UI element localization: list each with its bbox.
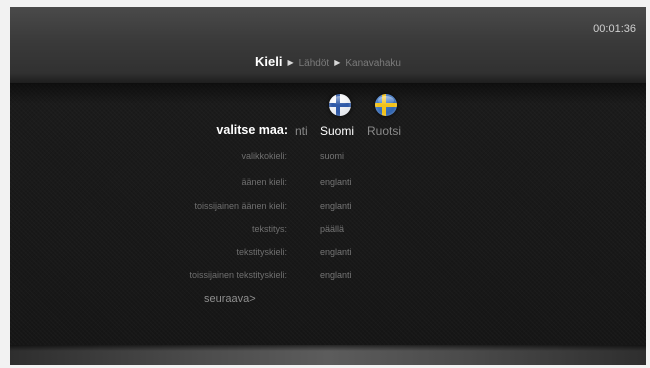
country-option-suomi[interactable]: Suomi bbox=[320, 124, 354, 138]
subtitles-label: tekstitys: bbox=[251, 224, 287, 234]
breadcrumb: Kieli ▶ Lähdöt ▶ Kanavahaku bbox=[10, 54, 646, 69]
footer-bar bbox=[10, 345, 646, 365]
tv-screen: 00:01:36 Kieli ▶ Lähdöt ▶ Kanavahaku valitse… bbox=[10, 7, 646, 365]
clock: 00:01:36 bbox=[593, 23, 636, 35]
country-option-ruotsi[interactable]: Ruotsi bbox=[367, 124, 401, 138]
play-arrow-icon: ▶ bbox=[334, 58, 341, 67]
secondary-subtitle-language-value[interactable]: englanti bbox=[320, 270, 352, 280]
finland-flag-icon[interactable] bbox=[329, 94, 351, 116]
audio-language-label: äänen kieli: bbox=[241, 177, 287, 187]
menu-language-value[interactable]: suomi bbox=[320, 151, 344, 161]
country-select-label: valitse maa: bbox=[216, 123, 288, 137]
audio-language-value[interactable]: englanti bbox=[320, 177, 352, 187]
secondary-audio-language-value[interactable]: englanti bbox=[320, 201, 352, 211]
header-shadow bbox=[10, 84, 646, 104]
breadcrumb-step-2[interactable]: Lähdöt bbox=[299, 58, 330, 69]
secondary-audio-language-label: toissijainen äänen kieli: bbox=[194, 201, 287, 211]
next-button[interactable]: seuraava> bbox=[204, 293, 256, 305]
country-option-partial[interactable]: nti bbox=[295, 124, 308, 138]
play-arrow-icon: ▶ bbox=[287, 58, 294, 67]
subtitle-language-value[interactable]: englanti bbox=[320, 247, 352, 257]
menu-language-label: valikkokieli: bbox=[241, 151, 287, 161]
header-bar: 00:01:36 Kieli ▶ Lähdöt ▶ Kanavahaku bbox=[10, 7, 646, 84]
sweden-flag-icon[interactable] bbox=[375, 94, 397, 116]
secondary-subtitle-language-label: toissijainen tekstityskieli: bbox=[189, 270, 287, 280]
breadcrumb-current: Kieli bbox=[255, 54, 283, 69]
subtitle-language-label: tekstityskieli: bbox=[236, 247, 287, 257]
subtitles-value[interactable]: päällä bbox=[320, 224, 344, 234]
breadcrumb-step-3[interactable]: Kanavahaku bbox=[345, 58, 401, 69]
